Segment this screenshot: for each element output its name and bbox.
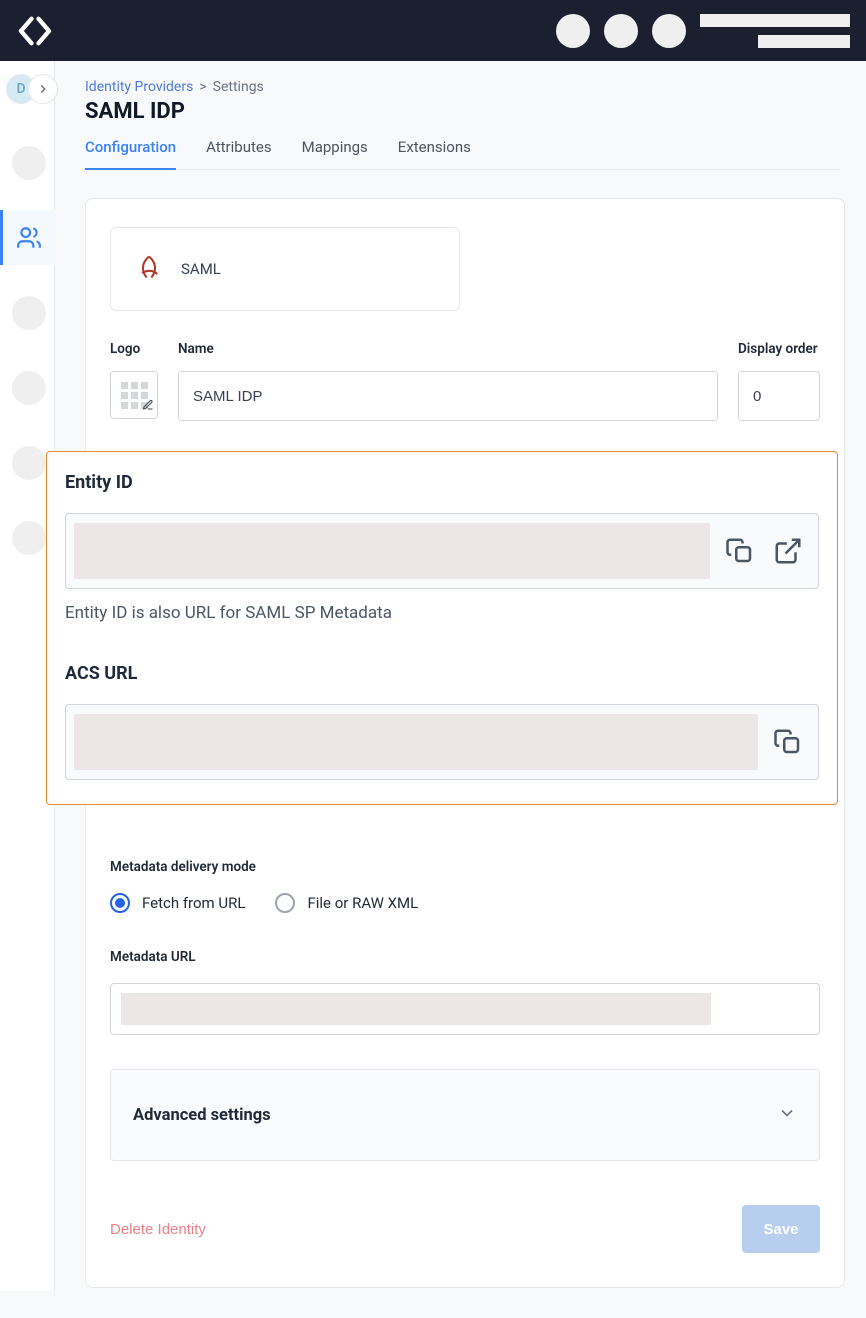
top-placeholder-bar: [700, 14, 850, 27]
breadcrumb: Identity Providers > Settings: [85, 79, 840, 95]
radio-dot-icon: [110, 893, 130, 913]
metadata-mode-label: Metadata delivery mode: [110, 859, 820, 875]
top-placeholder-circle: [556, 14, 590, 48]
acs-url-label: ACS URL: [65, 663, 819, 684]
top-placeholder-bar: [758, 35, 850, 48]
name-label: Name: [178, 341, 718, 357]
form-actions: Delete Identity Save: [110, 1205, 820, 1253]
acs-url-value-placeholder: [74, 714, 758, 770]
top-placeholder-circle: [652, 14, 686, 48]
tab-bar: Configuration Attributes Mappings Extens…: [85, 138, 840, 170]
tab-extensions[interactable]: Extensions: [398, 138, 471, 169]
breadcrumb-parent[interactable]: Identity Providers: [85, 79, 193, 95]
advanced-settings-label: Advanced settings: [133, 1106, 271, 1125]
save-button[interactable]: Save: [742, 1205, 820, 1253]
advanced-settings-toggle[interactable]: Advanced settings: [110, 1069, 820, 1161]
breadcrumb-separator: >: [199, 79, 206, 95]
logo-field: Logo: [110, 341, 158, 419]
configuration-panel: SAML Logo Name Display order: [85, 198, 845, 1288]
acs-url-field: [65, 704, 819, 780]
metadata-url-input[interactable]: [110, 983, 820, 1035]
tab-configuration[interactable]: Configuration: [85, 138, 176, 170]
logo-label: Logo: [110, 341, 158, 357]
display-order-input[interactable]: [738, 371, 820, 421]
metadata-url-label: Metadata URL: [110, 949, 820, 965]
logo-picker[interactable]: [110, 371, 158, 419]
external-link-icon: [773, 536, 803, 566]
radio-fetch-from-url[interactable]: Fetch from URL: [110, 893, 245, 913]
radio-dot-icon: [275, 893, 295, 913]
nav-item-placeholder[interactable]: [0, 360, 55, 415]
provider-protocol-label: SAML: [181, 260, 221, 278]
entity-id-label: Entity ID: [65, 472, 819, 493]
entity-id-help: Entity ID is also URL for SAML SP Metada…: [65, 603, 819, 623]
pencil-icon: [142, 396, 154, 415]
copy-entity-id-button[interactable]: [722, 533, 758, 569]
nav-item-placeholder[interactable]: [0, 285, 55, 340]
entity-id-field: [65, 513, 819, 589]
users-icon: [16, 225, 42, 251]
app-logo: [14, 10, 56, 52]
provider-preview-card: SAML: [110, 227, 460, 311]
display-order-label: Display order: [738, 341, 820, 357]
content-area: Identity Providers > Settings SAML IDP C…: [55, 61, 866, 1318]
radio-label: File or RAW XML: [307, 894, 418, 912]
copy-acs-url-button[interactable]: [770, 724, 806, 760]
tab-mappings[interactable]: Mappings: [302, 138, 368, 169]
name-field: Name: [178, 341, 718, 421]
delete-identity-button[interactable]: Delete Identity: [110, 1221, 206, 1238]
nav-item-placeholder[interactable]: [0, 135, 55, 190]
copy-icon: [725, 536, 755, 566]
workspace-switcher[interactable]: D: [2, 71, 52, 107]
chevron-right-icon[interactable]: [28, 74, 58, 104]
top-right-cluster: [556, 14, 850, 48]
entity-id-value-placeholder: [74, 523, 710, 579]
sp-endpoints-callout: Entity ID: [46, 451, 838, 805]
radio-file-or-raw-xml[interactable]: File or RAW XML: [275, 893, 418, 913]
name-input[interactable]: [178, 371, 718, 421]
nav-item-users[interactable]: [0, 210, 55, 265]
tab-attributes[interactable]: Attributes: [206, 138, 272, 169]
breadcrumb-current: Settings: [213, 79, 264, 95]
top-bar: [0, 0, 866, 61]
metadata-mode-radios: Fetch from URL File or RAW XML: [110, 893, 820, 913]
open-entity-id-button[interactable]: [770, 533, 806, 569]
copy-icon: [773, 727, 803, 757]
top-placeholder-circle: [604, 14, 638, 48]
saml-logo-icon: [135, 253, 163, 285]
display-order-field: Display order: [738, 341, 820, 421]
radio-label: Fetch from URL: [142, 894, 245, 912]
page-title: SAML IDP: [85, 99, 840, 124]
metadata-url-value-placeholder: [121, 993, 711, 1025]
chevron-down-icon: [777, 1103, 797, 1127]
